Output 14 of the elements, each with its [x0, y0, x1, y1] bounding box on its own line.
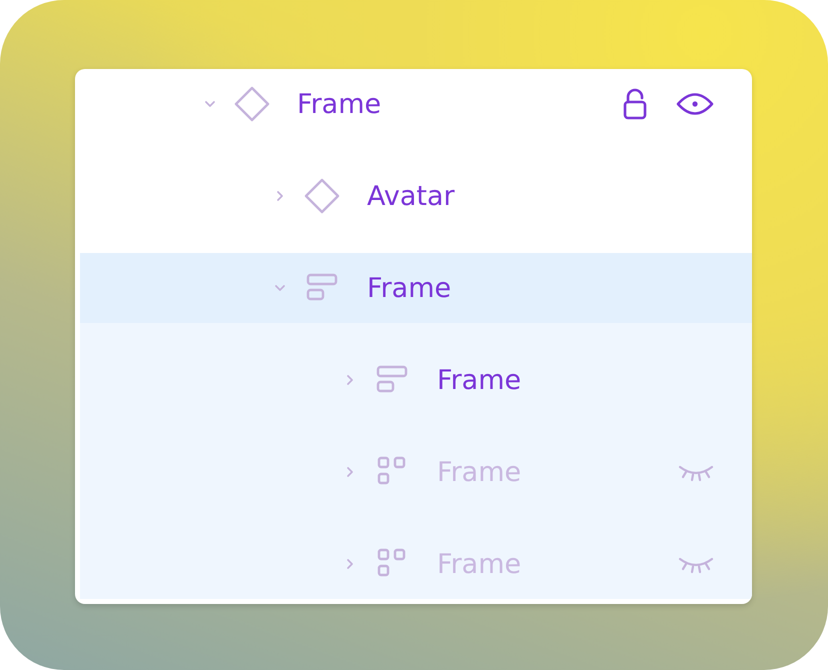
diamond-icon: [303, 177, 341, 215]
layer-name: Frame: [297, 88, 382, 120]
diamond-icon: [233, 85, 271, 123]
layer-row[interactable]: Frame: [80, 253, 752, 323]
layer-row[interactable]: Frame: [80, 345, 752, 415]
layer-row[interactable]: Avatar: [80, 161, 752, 231]
unlocked-padlock-icon[interactable]: [622, 87, 648, 121]
eye-icon[interactable]: [676, 91, 714, 117]
layer-name: Frame: [437, 548, 522, 580]
layer-name: Frame: [437, 456, 522, 488]
layer-name: Frame: [367, 272, 452, 304]
layer-name: Frame: [437, 364, 522, 396]
layer-name: Avatar: [367, 180, 455, 212]
layer-row[interactable]: Frame: [80, 69, 752, 139]
